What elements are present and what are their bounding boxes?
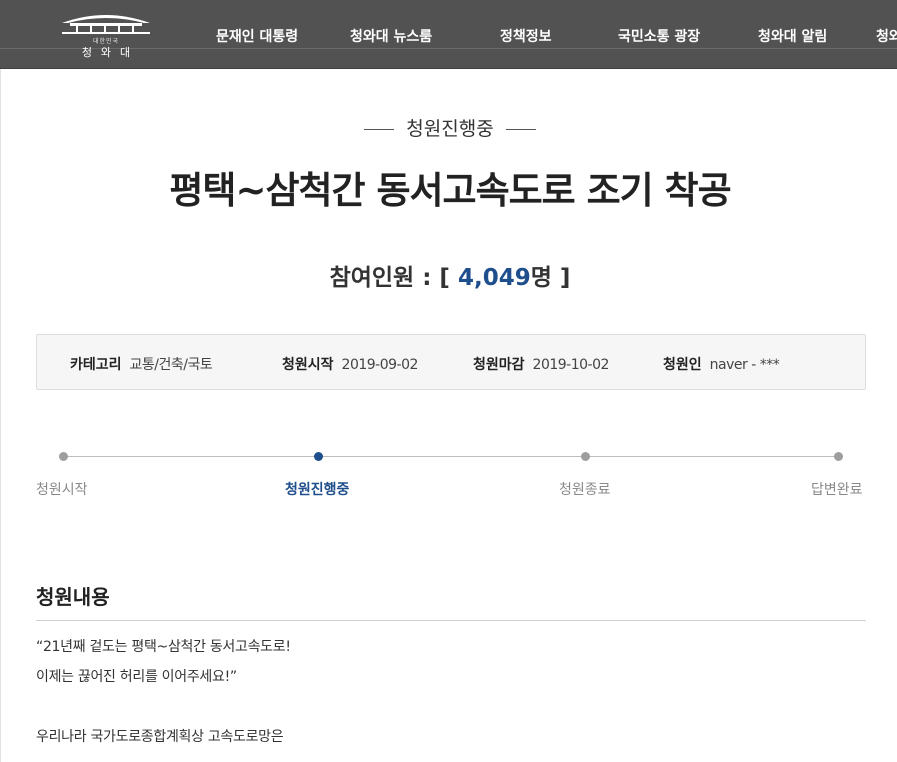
blue-house-roof-icon — [62, 15, 150, 34]
content-line: 우리나라 국가도로종합계획상 고속도로망은 — [36, 729, 284, 745]
start-label: 청원시작 — [282, 357, 334, 373]
content-line: 이제는 끊어진 허리를 이어주세요!” — [36, 669, 237, 685]
cheongwadae-logo[interactable]: 대한민국 청와대 — [56, 9, 156, 61]
category-label: 카테고리 — [70, 357, 122, 373]
content-section-title: 청원내용 — [36, 585, 110, 609]
participants-suffix: 명 ] — [530, 265, 571, 291]
nav-more[interactable]: 청와 — [876, 26, 897, 46]
author-value: naver - *** — [709, 357, 780, 373]
participants-number: 4,049 — [457, 265, 531, 291]
step-label-closed: 청원종료 — [559, 482, 611, 498]
nav-president[interactable]: 문재인 대통령 — [216, 26, 298, 46]
progress-dot-in-progress — [314, 452, 323, 461]
author-label: 청원인 — [663, 357, 702, 373]
progress-dot-start — [59, 452, 68, 461]
participant-count: 참여인원 : [ 4,049명 ] — [0, 258, 897, 292]
info-category: 카테고리 교통/건축/국토 — [70, 354, 213, 374]
step-label-start: 청원시작 — [36, 482, 88, 498]
info-end-date: 청원마감 2019-10-02 — [473, 354, 609, 374]
info-start-date: 청원시작 2019-09-02 — [282, 354, 418, 374]
petition-status-text: 청원진행중 — [406, 118, 494, 140]
progress-dot-closed — [581, 452, 590, 461]
participants-prefix: 참여인원 : [ — [329, 265, 458, 291]
step-label-in-progress: 청원진행중 — [285, 482, 350, 498]
logo-name: 청와대 — [81, 46, 140, 59]
nav-policy-info[interactable]: 정책정보 — [500, 26, 552, 46]
progress-dot-answered — [834, 452, 843, 461]
petition-title: 평택~삼척간 동서고속도로 조기 착공 — [169, 169, 731, 212]
start-value: 2019-09-02 — [341, 357, 419, 373]
nav-notices[interactable]: 청와대 알림 — [758, 26, 827, 46]
nav-newsroom[interactable]: 청와대 뉴스룸 — [350, 26, 432, 46]
nav-public-square[interactable]: 국민소통 광장 — [618, 26, 700, 46]
step-label-answered: 답변완료 — [811, 482, 863, 498]
right-dash — [505, 129, 536, 130]
section-divider — [36, 620, 866, 621]
petition-info-box: 카테고리 교통/건축/국토 청원시작 2019-09-02 청원마감 2019-10-… — [36, 334, 866, 390]
top-nav-bar: 대한민국 청와대 문재인 대통령 청와대 뉴스룸 정책정보 국민소통 광장 청와… — [0, 0, 897, 69]
info-author: 청원인 naver - *** — [663, 354, 780, 374]
progress-track — [64, 456, 839, 457]
left-dash — [364, 129, 395, 130]
petition-status-heading: 청원진행중 — [0, 114, 897, 141]
end-value: 2019-10-02 — [532, 357, 610, 373]
content-line: “21년째 겉도는 평택~삼척간 동서고속도로! — [36, 639, 291, 655]
end-label: 청원마감 — [473, 357, 525, 373]
category-value: 교통/건축/국토 — [129, 357, 213, 373]
